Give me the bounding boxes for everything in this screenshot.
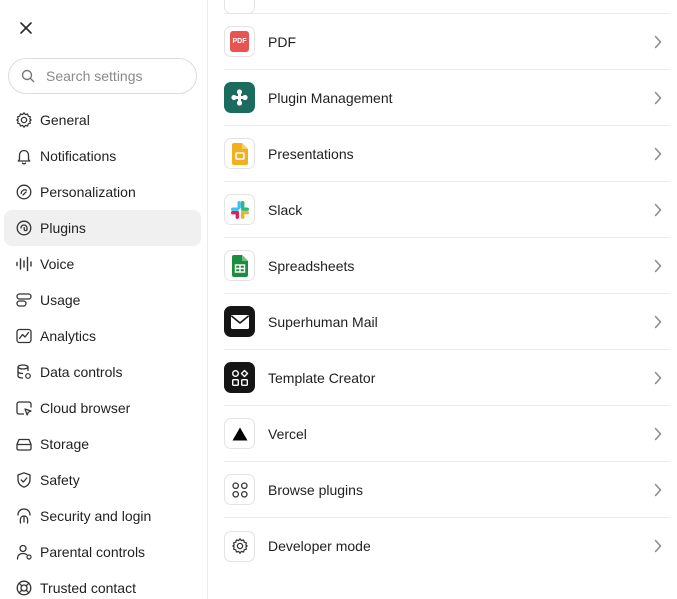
plugin-icon	[14, 218, 34, 238]
settings-sidebar: General Notifications Personalization Pl…	[0, 0, 208, 599]
plugins-list: PDF PDF Plugin Management Presentations	[224, 0, 670, 574]
search-input[interactable]	[46, 68, 196, 84]
sidebar-item-label: Security and login	[40, 508, 152, 524]
app-icon	[224, 0, 255, 14]
sidebar-item-label: Analytics	[40, 328, 97, 344]
sidebar-item-analytics[interactable]: Analytics	[4, 318, 201, 354]
plugin-row-presentations[interactable]: Presentations	[224, 126, 670, 182]
lifebuoy-icon	[14, 578, 34, 598]
sidebar-item-plugins[interactable]: Plugins	[4, 210, 201, 246]
plugin-row-browse-plugins[interactable]: Browse plugins	[224, 462, 670, 518]
gear-icon	[224, 530, 255, 562]
waveform-icon	[14, 254, 34, 274]
settings-modal: General Notifications Personalization Pl…	[0, 0, 677, 599]
plugin-label: Presentations	[268, 145, 354, 162]
plugin-row-pdf[interactable]: PDF PDF	[224, 14, 670, 70]
sidebar-item-label: Storage	[40, 436, 90, 452]
plugins-panel: PDF PDF Plugin Management Presentations	[208, 0, 677, 599]
sidebar-item-label: Notifications	[40, 148, 117, 164]
cloud-browser-icon	[14, 398, 34, 418]
plugin-row-plugin-management[interactable]: Plugin Management	[224, 70, 670, 126]
storage-icon	[14, 434, 34, 454]
plugin-row-spreadsheets[interactable]: Spreadsheets	[224, 238, 670, 294]
chevron-right-icon	[654, 35, 666, 49]
plugin-management-icon	[224, 82, 255, 113]
pdf-badge-text: PDF	[232, 38, 247, 45]
chevron-right-icon	[654, 147, 666, 161]
sidebar-item-general[interactable]: General	[4, 102, 201, 138]
sidebar-item-parental-controls[interactable]: Parental controls	[4, 534, 201, 570]
sidebar-item-safety[interactable]: Safety	[4, 462, 201, 498]
gear-icon	[14, 110, 34, 130]
sidebar-item-label: Data controls	[40, 364, 123, 380]
sidebar-item-personalization[interactable]: Personalization	[4, 174, 201, 210]
sidebar-item-label: Usage	[40, 292, 81, 308]
sidebar-item-cloud-browser[interactable]: Cloud browser	[4, 390, 201, 426]
shield-icon	[14, 470, 34, 490]
sidebar-nav: General Notifications Personalization Pl…	[4, 102, 201, 599]
search-box[interactable]	[8, 58, 197, 94]
plugin-label: Superhuman Mail	[268, 313, 378, 330]
mail-icon	[224, 306, 255, 337]
pdf-icon: PDF	[224, 26, 255, 57]
sidebar-item-label: Voice	[40, 256, 75, 272]
plugin-label: Plugin Management	[268, 89, 393, 106]
sidebar-item-voice[interactable]: Voice	[4, 246, 201, 282]
sidebar-item-notifications[interactable]: Notifications	[4, 138, 201, 174]
spreadsheets-icon	[224, 250, 255, 281]
plugin-label: Slack	[268, 201, 303, 218]
slack-icon	[224, 194, 255, 225]
vercel-icon	[224, 418, 255, 449]
database-icon	[14, 362, 34, 382]
sidebar-item-usage[interactable]: Usage	[4, 282, 201, 318]
bell-icon	[14, 146, 34, 166]
plugin-row-developer-mode[interactable]: Developer mode	[224, 518, 670, 574]
list-item-partial	[224, 0, 670, 14]
sidebar-item-label: Parental controls	[40, 544, 146, 560]
sidebar-item-label: General	[40, 112, 90, 128]
plugin-row-vercel[interactable]: Vercel	[224, 406, 670, 462]
sidebar-item-storage[interactable]: Storage	[4, 426, 201, 462]
plugin-label: PDF	[268, 33, 296, 50]
chevron-right-icon	[654, 203, 666, 217]
chevron-right-icon	[654, 315, 666, 329]
usage-icon	[14, 290, 34, 310]
search-icon	[21, 68, 37, 84]
template-icon	[224, 362, 255, 393]
plugin-label: Template Creator	[268, 369, 376, 386]
presentations-icon	[224, 138, 255, 169]
sidebar-item-security-and-login[interactable]: Security and login	[4, 498, 201, 534]
sidebar-item-trusted-contact[interactable]: Trusted contact	[4, 570, 201, 599]
close-icon	[20, 22, 32, 34]
sidebar-item-label: Plugins	[40, 220, 86, 236]
sidebar-item-label: Personalization	[40, 184, 136, 200]
security-icon	[14, 506, 34, 526]
plugin-label: Spreadsheets	[268, 257, 355, 274]
chevron-right-icon	[654, 539, 666, 553]
close-button[interactable]	[14, 16, 38, 40]
personalization-icon	[14, 182, 34, 202]
plugin-label: Developer mode	[268, 538, 371, 554]
browse-icon	[224, 474, 255, 505]
chevron-right-icon	[654, 259, 666, 273]
chevron-right-icon	[654, 483, 666, 497]
chevron-right-icon	[654, 91, 666, 105]
chevron-right-icon	[654, 371, 666, 385]
chevron-right-icon	[654, 427, 666, 441]
analytics-icon	[14, 326, 34, 346]
sidebar-item-label: Cloud browser	[40, 400, 131, 416]
plugin-label: Vercel	[268, 425, 307, 442]
plugin-row-slack[interactable]: Slack	[224, 182, 670, 238]
sidebar-item-label: Safety	[40, 472, 80, 488]
plugin-row-template-creator[interactable]: Template Creator	[224, 350, 670, 406]
sidebar-item-label: Trusted contact	[40, 580, 136, 596]
plugin-row-superhuman-mail[interactable]: Superhuman Mail	[224, 294, 670, 350]
plugin-label: Browse plugins	[268, 481, 363, 498]
sidebar-item-data-controls[interactable]: Data controls	[4, 354, 201, 390]
parental-icon	[14, 542, 34, 562]
